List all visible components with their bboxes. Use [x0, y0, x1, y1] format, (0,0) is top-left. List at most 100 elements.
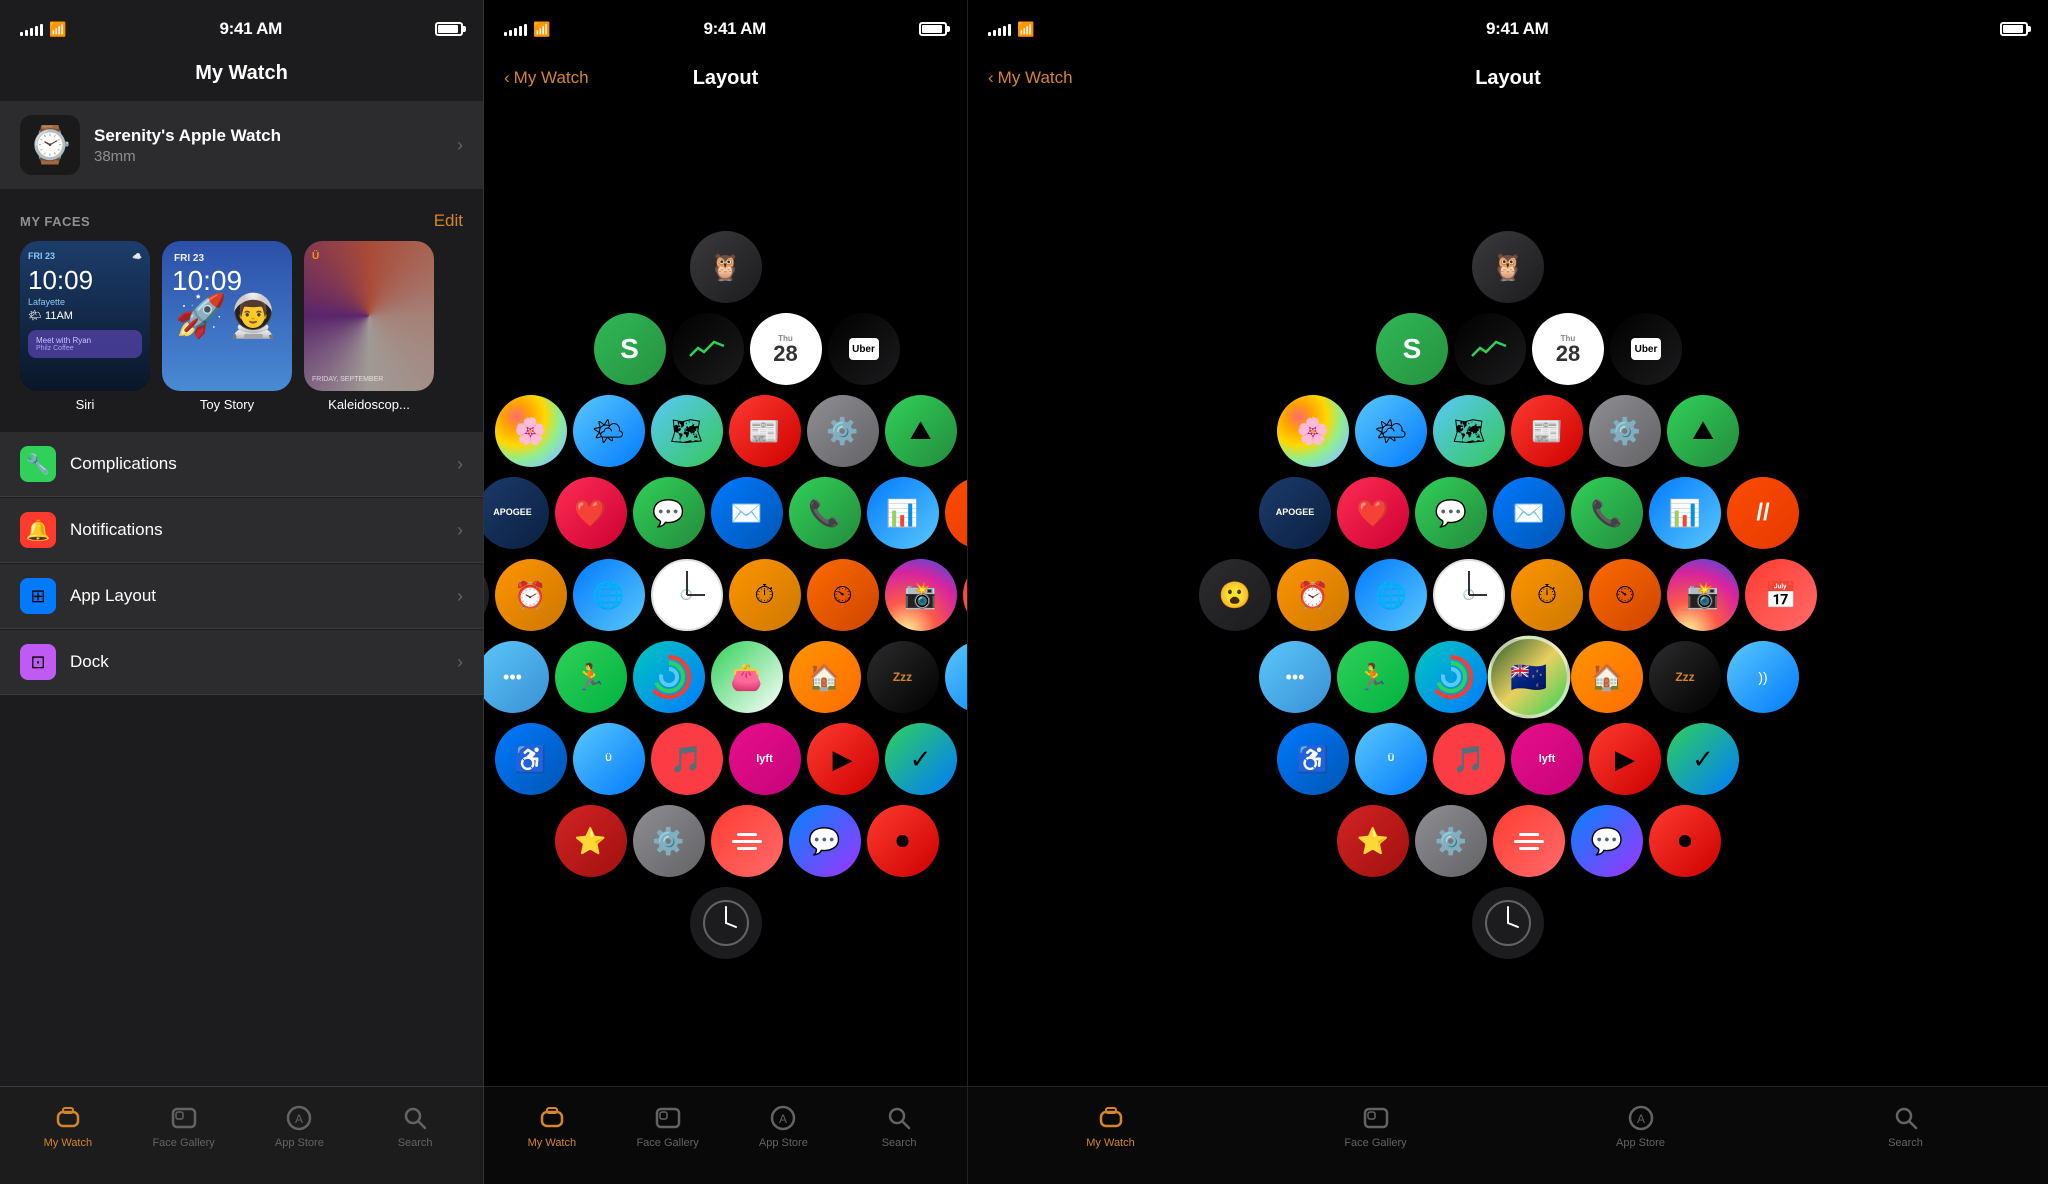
- back-button-3[interactable]: ‹ My Watch: [988, 68, 1073, 88]
- app-messenger-2[interactable]: 💬: [789, 805, 861, 877]
- app-yelp-2[interactable]: ⭐: [555, 805, 627, 877]
- app-clock-2[interactable]: 🕐: [651, 559, 723, 631]
- edit-button[interactable]: Edit: [434, 211, 463, 231]
- app-photos-3[interactable]: 🌸: [1277, 395, 1349, 467]
- app-mountain-2[interactable]: ⛰: [885, 395, 957, 467]
- app-weather-2[interactable]: 🌤: [573, 395, 645, 467]
- app-s-2[interactable]: S: [594, 313, 666, 385]
- tab-my-watch-1[interactable]: My Watch: [33, 1103, 103, 1149]
- face-kaleidoscope[interactable]: FRIDAY, SEPTEMBER Ü Kaleidoscop...: [304, 241, 434, 412]
- app-settings-3[interactable]: ⚙️: [1589, 395, 1661, 467]
- app-swipe-2[interactable]: [711, 805, 783, 877]
- menu-dock[interactable]: ⊡ Dock ›: [0, 630, 483, 695]
- faces-scroll[interactable]: FRI 23 ☁️ 10:09 Lafayette 🌤 11AM Meet wi…: [0, 241, 483, 432]
- app-stocks-2[interactable]: [672, 313, 744, 385]
- tab-search-3[interactable]: Search: [1871, 1103, 1941, 1149]
- app-owlet-3[interactable]: 😮: [1199, 559, 1271, 631]
- app-grid-2[interactable]: 🦉 S Thu 28 Uber 🌸: [484, 104, 967, 1086]
- app-gear-2[interactable]: ⚙️: [633, 805, 705, 877]
- app-dot-3[interactable]: •••: [1259, 641, 1331, 713]
- app-autosleep-2[interactable]: Zzz: [867, 641, 939, 713]
- app-swipe-3[interactable]: [1493, 805, 1565, 877]
- app-apogee-2[interactable]: APOGEE: [484, 477, 549, 549]
- app-maps-2[interactable]: 🗺: [651, 395, 723, 467]
- app-worldclock-2[interactable]: [690, 887, 762, 959]
- app-photos-2[interactable]: 🌸: [495, 395, 567, 467]
- tab-search-1[interactable]: Search: [380, 1103, 450, 1149]
- app-activity-3[interactable]: 🏃: [1337, 641, 1409, 713]
- app-lyft-2[interactable]: lyft: [729, 723, 801, 795]
- app-bp-3[interactable]: Ü: [1355, 723, 1427, 795]
- app-taptic-2[interactable]: )): [945, 641, 968, 713]
- app-timer1-3[interactable]: ⏱: [1511, 559, 1583, 631]
- app-wallet-2[interactable]: 👛: [711, 641, 783, 713]
- app-record-3[interactable]: ⏺: [1649, 805, 1721, 877]
- app-music-2[interactable]: 🎵: [651, 723, 723, 795]
- tab-my-watch-3[interactable]: My Watch: [1076, 1103, 1146, 1149]
- app-phone-3[interactable]: 📞: [1571, 477, 1643, 549]
- menu-complications[interactable]: 🔧 Complications ›: [0, 432, 483, 497]
- app-mail-3[interactable]: ✉️: [1493, 477, 1565, 549]
- app-strava-3[interactable]: //: [1727, 477, 1799, 549]
- app-news-2[interactable]: 📰: [729, 395, 801, 467]
- app-keynote-2[interactable]: 📊: [867, 477, 939, 549]
- app-globe-2[interactable]: 🌐: [573, 559, 645, 631]
- app-uber-3[interactable]: Uber: [1610, 313, 1682, 385]
- app-instagram-2[interactable]: 📸: [885, 559, 957, 631]
- app-weather-3[interactable]: 🌤: [1355, 395, 1427, 467]
- app-todo-2[interactable]: ✓: [885, 723, 957, 795]
- tab-app-store-2[interactable]: A App Store: [748, 1103, 818, 1149]
- app-yelp-3[interactable]: ⭐: [1337, 805, 1409, 877]
- app-maps-3[interactable]: 🗺: [1433, 395, 1505, 467]
- app-owl-3[interactable]: 🦉: [1472, 231, 1544, 303]
- app-keynote-3[interactable]: 📊: [1649, 477, 1721, 549]
- app-play-2[interactable]: ▶: [807, 723, 879, 795]
- tab-app-store-3[interactable]: A App Store: [1606, 1103, 1676, 1149]
- app-news-3[interactable]: 📰: [1511, 395, 1583, 467]
- app-wallet-dragging-3[interactable]: 🇳🇿: [1488, 636, 1571, 719]
- tab-face-gallery-3[interactable]: Face Gallery: [1341, 1103, 1411, 1149]
- app-alarm-2[interactable]: ⏰: [495, 559, 567, 631]
- app-instagram-3[interactable]: 📸: [1667, 559, 1739, 631]
- app-activity-2[interactable]: 🏃: [555, 641, 627, 713]
- menu-app-layout[interactable]: ⊞ App Layout ›: [0, 564, 483, 629]
- app-cal-3[interactable]: Thu 28: [1532, 313, 1604, 385]
- app-messages-3[interactable]: 💬: [1415, 477, 1487, 549]
- app-bp-2[interactable]: Ü: [573, 723, 645, 795]
- app-phone-2[interactable]: 📞: [789, 477, 861, 549]
- app-settings-2[interactable]: ⚙️: [807, 395, 879, 467]
- app-mail-2[interactable]: ✉️: [711, 477, 783, 549]
- app-grid-3[interactable]: 🦉 S Thu 28 Uber 🌸: [968, 104, 2048, 1086]
- app-globe-3[interactable]: 🌐: [1355, 559, 1427, 631]
- app-timer1-2[interactable]: ⏱: [729, 559, 801, 631]
- face-siri[interactable]: FRI 23 ☁️ 10:09 Lafayette 🌤 11AM Meet wi…: [20, 241, 150, 412]
- menu-notifications[interactable]: 🔔 Notifications ›: [0, 498, 483, 563]
- app-calendar-3[interactable]: 📅: [1745, 559, 1817, 631]
- app-uber-2[interactable]: Uber: [828, 313, 900, 385]
- tab-my-watch-2[interactable]: My Watch: [517, 1103, 587, 1149]
- app-taptic-3[interactable]: )): [1727, 641, 1799, 713]
- app-s-3[interactable]: S: [1376, 313, 1448, 385]
- app-gear-3[interactable]: ⚙️: [1415, 805, 1487, 877]
- app-stocks-3[interactable]: [1454, 313, 1526, 385]
- app-play-3[interactable]: ▶: [1589, 723, 1661, 795]
- app-cal-2[interactable]: Thu 28: [750, 313, 822, 385]
- app-heart-2[interactable]: ❤️: [555, 477, 627, 549]
- app-music-3[interactable]: 🎵: [1433, 723, 1505, 795]
- tab-search-2[interactable]: Search: [864, 1103, 934, 1149]
- app-record-2[interactable]: ⏺: [867, 805, 939, 877]
- app-timer2-2[interactable]: ⏲: [807, 559, 879, 631]
- app-strava-2[interactable]: //: [945, 477, 968, 549]
- app-apogee-3[interactable]: APOGEE: [1259, 477, 1331, 549]
- app-mountain-3[interactable]: ⛰: [1667, 395, 1739, 467]
- app-autosleep-3[interactable]: Zzz: [1649, 641, 1721, 713]
- app-worldclock-3[interactable]: [1472, 887, 1544, 959]
- app-fitness-2[interactable]: [633, 641, 705, 713]
- app-fitness-3[interactable]: [1415, 641, 1487, 713]
- app-todo-3[interactable]: ✓: [1667, 723, 1739, 795]
- app-dot-2[interactable]: •••: [484, 641, 549, 713]
- tab-app-store-1[interactable]: A App Store: [264, 1103, 334, 1149]
- app-home-2[interactable]: 🏠: [789, 641, 861, 713]
- tab-face-gallery-2[interactable]: Face Gallery: [633, 1103, 703, 1149]
- app-lyft-3[interactable]: lyft: [1511, 723, 1583, 795]
